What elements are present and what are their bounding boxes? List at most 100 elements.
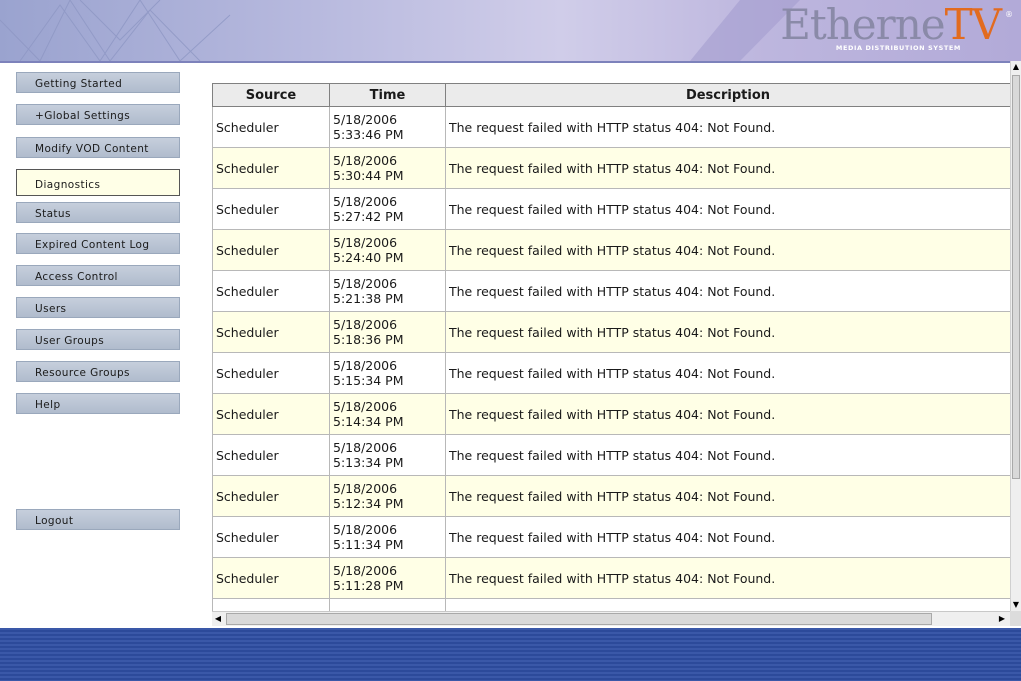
- table-row: Scheduler 5/18/2006 5:27:42 PM The request …: [212, 188, 1010, 230]
- cell-description: The request failed with HTTP status 404:…: [445, 475, 1010, 517]
- cell-description: The request failed with HTTP status 404:…: [445, 516, 1010, 558]
- diagnostics-log-panel: Source Time Description Scheduler 5/18/20…: [212, 83, 1010, 611]
- table-row: Scheduler 5/18/2006 5:12:34 PM The request …: [212, 475, 1010, 517]
- cell-time-date: 5/18/2006: [333, 317, 398, 332]
- cell-time: 5/18/2006 5:33:46 PM: [329, 106, 446, 148]
- sidebar-item-diagnostics[interactable]: Diagnostics: [16, 169, 180, 196]
- sidebar-item-resource-groups[interactable]: Resource Groups: [16, 361, 180, 382]
- sidebar-item-user-groups[interactable]: User Groups: [16, 329, 180, 350]
- cell-time: 5/18/2006: [329, 598, 446, 611]
- table-row: Scheduler 5/18/2006 5:30:44 PM The request …: [212, 147, 1010, 189]
- cell-time-date: 5/18/2006: [333, 358, 398, 373]
- table-row: Scheduler 5/18/2006 5:21:38 PM The request …: [212, 270, 1010, 312]
- cell-time: 5/18/2006 5:13:34 PM: [329, 434, 446, 476]
- logo-subtitle: MEDIA DISTRIBUTION SYSTEM: [835, 44, 961, 52]
- sidebar-item-status[interactable]: Status: [16, 202, 180, 223]
- cell-time-clock: 5:11:34 PM: [333, 537, 404, 552]
- vertical-scroll-thumb[interactable]: [1012, 75, 1020, 479]
- cell-description: The request failed with HTTP status 404:…: [445, 557, 1010, 599]
- cell-source: Scheduler: [212, 557, 330, 599]
- cell-time-date: 5/18/2006: [333, 481, 398, 496]
- horizontal-scrollbar[interactable]: ◀ ▶: [212, 611, 1010, 626]
- cell-time-date: 5/18/2006: [333, 563, 398, 578]
- diagnostics-log-table: Source Time Description Scheduler 5/18/20…: [212, 83, 1010, 611]
- ethernetv-logo: EtherneTV: [780, 0, 1002, 49]
- table-row: Scheduler5/18/2006Failed to start record…: [212, 598, 1010, 611]
- cell-time-clock: 5:21:38 PM: [333, 291, 404, 306]
- cell-source: Scheduler: [212, 598, 330, 611]
- cell-time-clock: 5:24:40 PM: [333, 250, 404, 265]
- cell-source: Scheduler: [212, 475, 330, 517]
- cell-source: Scheduler: [212, 434, 330, 476]
- sidebar-item-expired-content-log[interactable]: Expired Content Log: [16, 233, 180, 254]
- cell-time: 5/18/2006 5:15:34 PM: [329, 352, 446, 394]
- cell-time: 5/18/2006 5:24:40 PM: [329, 229, 446, 271]
- table-header-row: Source Time Description: [212, 83, 1010, 107]
- table-row: Scheduler 5/18/2006 5:18:36 PM The request …: [212, 311, 1010, 353]
- cell-time-date: 5/18/2006: [333, 194, 398, 209]
- cell-source: Scheduler: [212, 352, 330, 394]
- cell-time-clock: 5:12:34 PM: [333, 496, 404, 511]
- table-row: Scheduler 5/18/2006 5:14:34 PM The request …: [212, 393, 1010, 435]
- cell-time-date: 5/18/2006: [333, 276, 398, 291]
- cell-description: The request failed with HTTP status 404:…: [445, 147, 1010, 189]
- table-row: Scheduler 5/18/2006 5:11:28 PM The request …: [212, 557, 1010, 599]
- scroll-left-arrow-icon[interactable]: ◀: [212, 612, 224, 625]
- cell-description: The request failed with HTTP status 404:…: [445, 229, 1010, 271]
- logout-button[interactable]: Logout: [16, 509, 180, 530]
- cell-time-date: 5/18/2006: [333, 112, 398, 127]
- cell-time-clock: 5:18:36 PM: [333, 332, 404, 347]
- table-row: Scheduler 5/18/2006 5:33:46 PM The request …: [212, 106, 1010, 148]
- cell-time: 5/18/2006 5:30:44 PM: [329, 147, 446, 189]
- cell-description: Failed to start recorder service: The un…: [445, 598, 1010, 611]
- cell-source: Scheduler: [212, 106, 330, 148]
- table-row: Scheduler 5/18/2006 5:11:34 PM The request …: [212, 516, 1010, 558]
- cell-description: The request failed with HTTP status 404:…: [445, 188, 1010, 230]
- cell-time: 5/18/2006 5:21:38 PM: [329, 270, 446, 312]
- header-banner: EtherneTV ® MEDIA DISTRIBUTION SYSTEM: [0, 0, 1021, 63]
- sidebar-item-access-control[interactable]: Access Control: [16, 265, 180, 286]
- cell-time: 5/18/2006 5:12:34 PM: [329, 475, 446, 517]
- cell-time: 5/18/2006 5:14:34 PM: [329, 393, 446, 435]
- footer-banner: [0, 628, 1021, 681]
- cell-time-clock: 5:13:34 PM: [333, 455, 404, 470]
- cell-time-clock: 5:33:46 PM: [333, 127, 404, 142]
- cell-source: Scheduler: [212, 147, 330, 189]
- cell-time-date: 5/18/2006: [333, 440, 398, 455]
- column-header-time[interactable]: Time: [329, 83, 446, 107]
- sidebar-item-getting-started[interactable]: Getting Started: [16, 72, 180, 93]
- cell-time-date: 5/18/2006: [333, 235, 398, 250]
- sidebar-item-help[interactable]: Help: [16, 393, 180, 414]
- sidebar-item-global-settings[interactable]: +Global Settings: [16, 104, 180, 125]
- cell-description: The request failed with HTTP status 404:…: [445, 311, 1010, 353]
- cell-description: The request failed with HTTP status 404:…: [445, 270, 1010, 312]
- cell-source: Scheduler: [212, 311, 330, 353]
- cell-source: Scheduler: [212, 516, 330, 558]
- cell-time-date: 5/18/2006: [333, 153, 398, 168]
- logo-text-tv: TV: [944, 0, 1002, 49]
- cell-time-clock: 5:11:28 PM: [333, 578, 404, 593]
- cell-time: 5/18/2006 5:18:36 PM: [329, 311, 446, 353]
- column-header-source[interactable]: Source: [212, 83, 330, 107]
- vertical-scrollbar[interactable]: ▲ ▼: [1010, 61, 1021, 626]
- cell-time-date: 5/18/2006: [333, 399, 398, 414]
- sidebar-item-users[interactable]: Users: [16, 297, 180, 318]
- scroll-up-arrow-icon[interactable]: ▲: [1011, 61, 1021, 73]
- scrollbar-corner: [1010, 611, 1021, 626]
- cell-source: Scheduler: [212, 229, 330, 271]
- table-row: Scheduler 5/18/2006 5:15:34 PM The request …: [212, 352, 1010, 394]
- cell-time: 5/18/2006 5:27:42 PM: [329, 188, 446, 230]
- cell-time: 5/18/2006 5:11:34 PM: [329, 516, 446, 558]
- cell-time: 5/18/2006 5:11:28 PM: [329, 557, 446, 599]
- sidebar-item-modify-vod-content[interactable]: Modify VOD Content: [16, 137, 180, 158]
- table-row: Scheduler 5/18/2006 5:24:40 PM The request …: [212, 229, 1010, 271]
- cell-source: Scheduler: [212, 188, 330, 230]
- horizontal-scroll-thumb[interactable]: [226, 613, 932, 625]
- cell-description: The request failed with HTTP status 404:…: [445, 106, 1010, 148]
- cell-time-clock: 5:14:34 PM: [333, 414, 404, 429]
- column-header-description[interactable]: Description: [445, 83, 1010, 107]
- scroll-right-arrow-icon[interactable]: ▶: [996, 612, 1008, 625]
- scroll-down-arrow-icon[interactable]: ▼: [1011, 599, 1021, 611]
- cell-source: Scheduler: [212, 393, 330, 435]
- logo-registered: ®: [1005, 10, 1013, 19]
